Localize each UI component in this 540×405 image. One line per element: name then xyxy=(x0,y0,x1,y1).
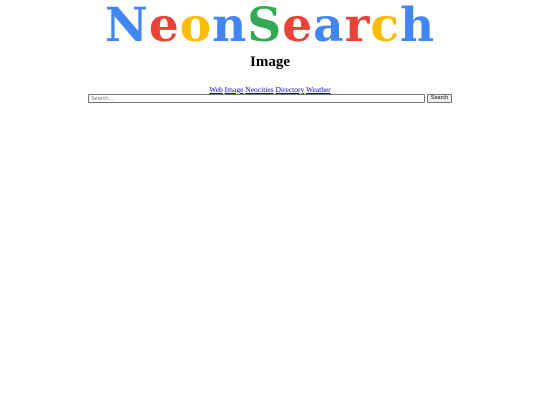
logo-letter: c xyxy=(370,0,400,53)
logo-letter: n xyxy=(212,0,248,53)
nav-link-web[interactable]: Web xyxy=(209,85,223,94)
logo-letter: o xyxy=(179,0,213,53)
logo-letter: e xyxy=(282,0,314,53)
logo-letter: h xyxy=(399,0,436,53)
search-input[interactable] xyxy=(88,94,425,103)
search-button[interactable]: Search xyxy=(427,94,452,103)
logo-letter: N xyxy=(104,0,149,53)
search-form: Search xyxy=(88,94,452,104)
logo-letter: r xyxy=(344,0,371,53)
nav-link-weather[interactable]: Weather xyxy=(306,85,331,94)
logo-letter: S xyxy=(247,0,283,53)
logo-letter: a xyxy=(313,0,345,53)
logo-letter: e xyxy=(148,0,180,53)
nav-link-neocities[interactable]: Neocities xyxy=(245,85,273,94)
site-logo: NeonSearch xyxy=(0,0,540,52)
page-subtitle: Image xyxy=(250,54,290,70)
nav-link-directory[interactable]: Directory xyxy=(275,85,304,94)
nav-link-image[interactable]: Image xyxy=(225,85,244,94)
